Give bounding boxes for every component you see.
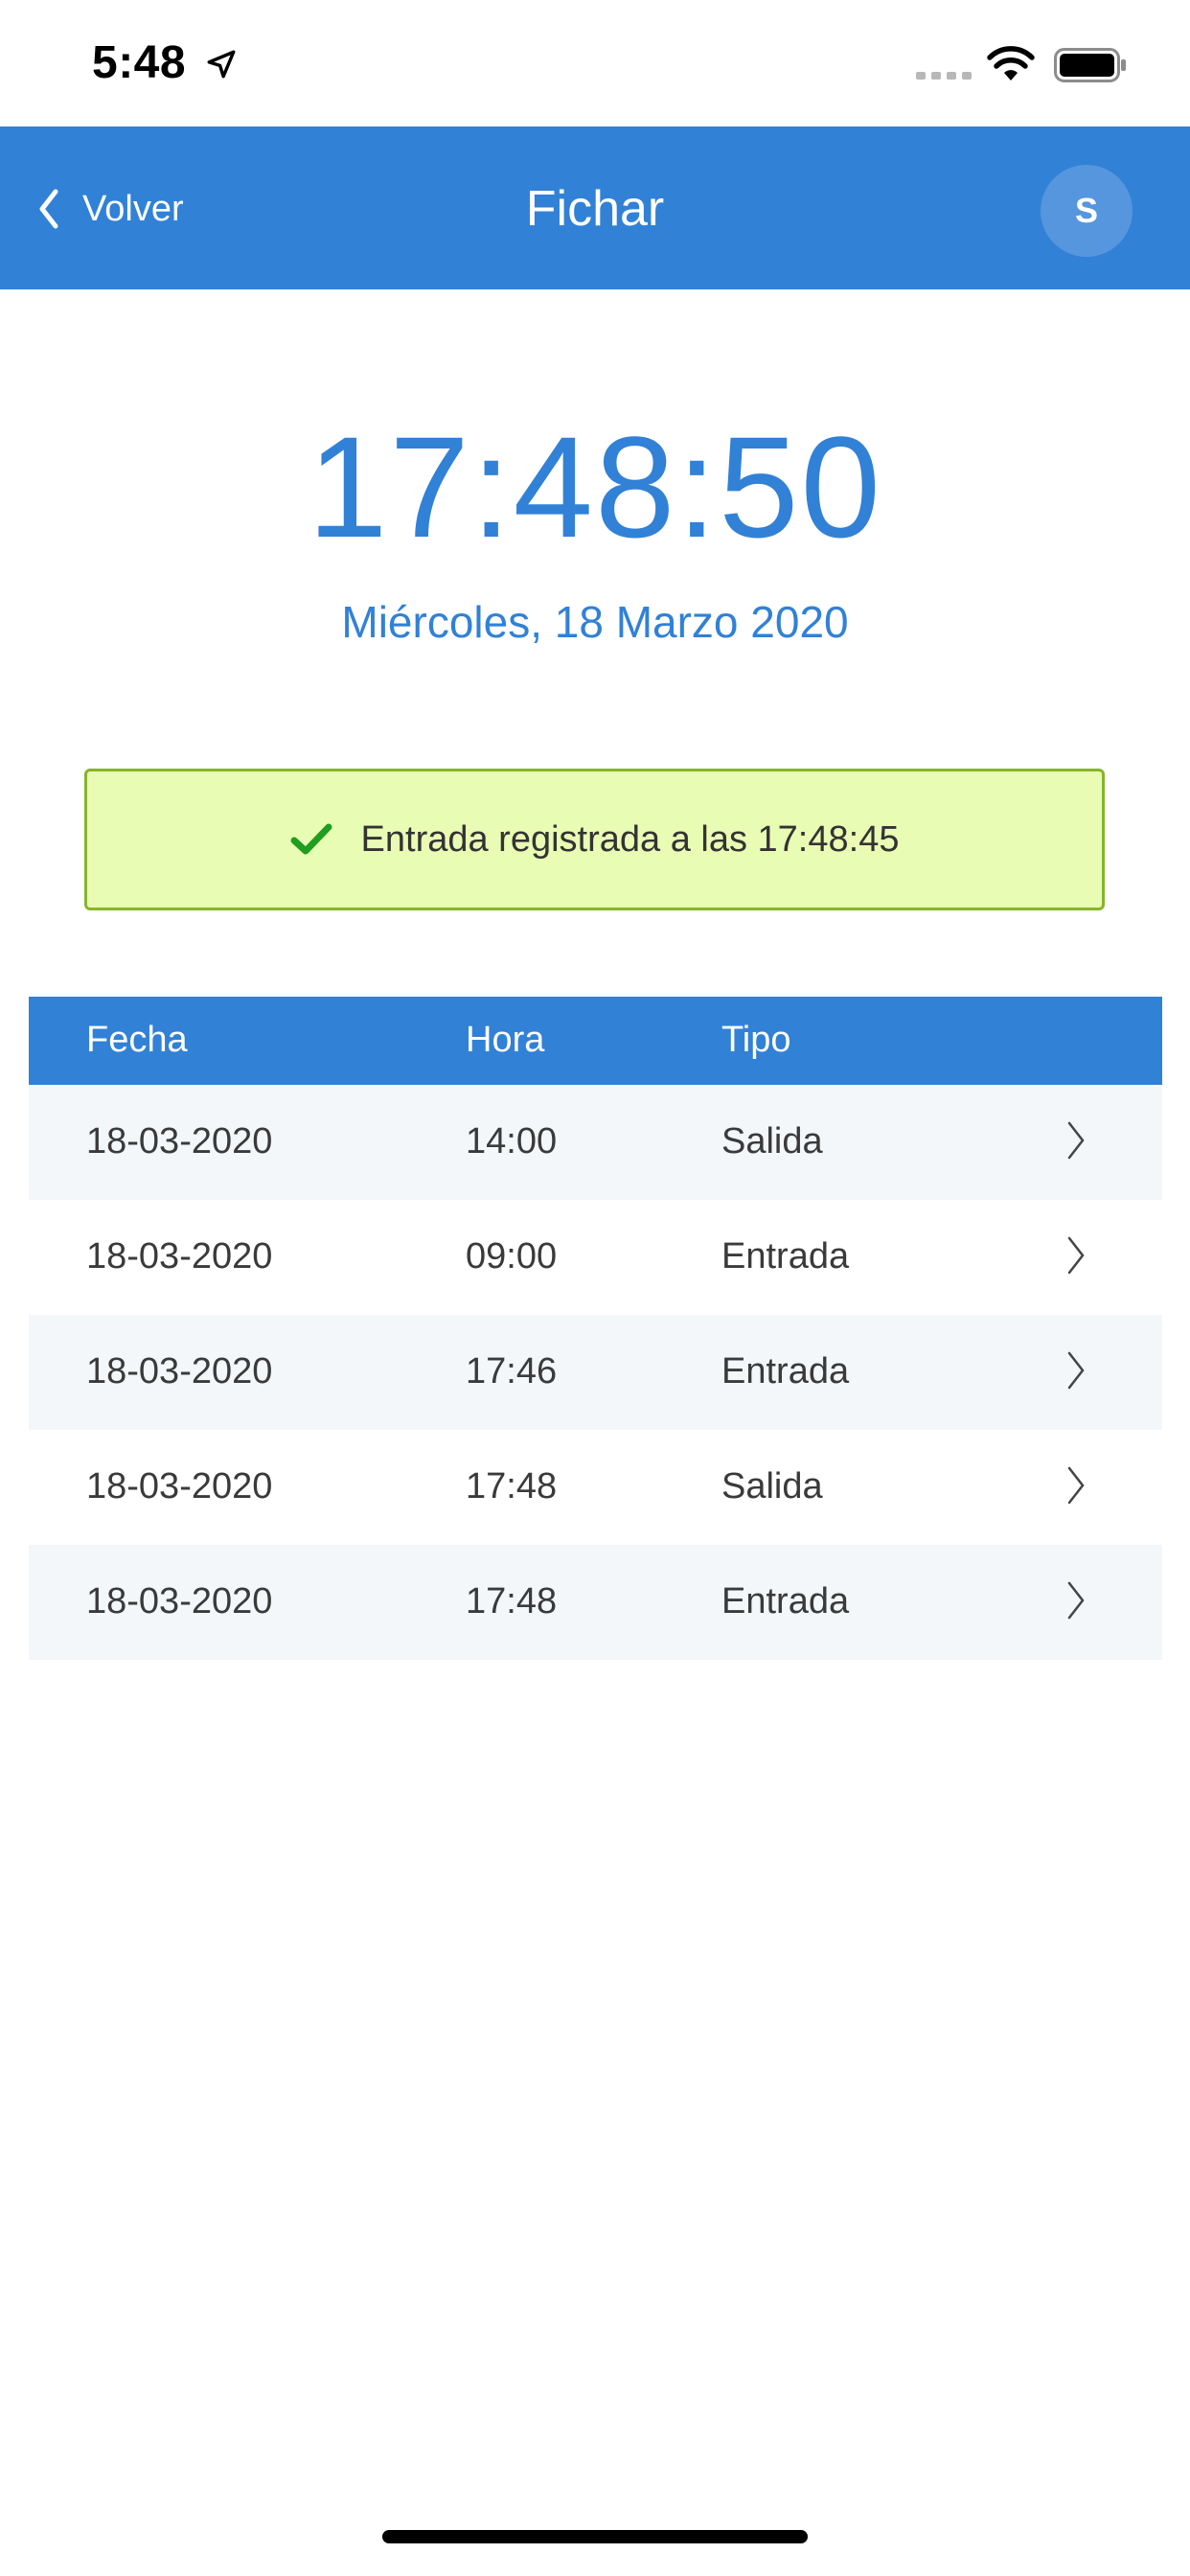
cell-hora: 17:48 xyxy=(466,1466,558,1506)
chevron-right-icon xyxy=(1067,1351,1085,1390)
alert-message: Entrada registrada a las 17:48:45 xyxy=(360,818,900,860)
chevron-right-icon xyxy=(1067,1121,1085,1160)
table-row[interactable]: 18-03-2020 09:00 Entrada xyxy=(29,1200,1162,1315)
cell-hora: 14:00 xyxy=(466,1121,558,1162)
cell-hora: 09:00 xyxy=(466,1236,558,1276)
cell-fecha: 18-03-2020 xyxy=(86,1581,273,1622)
success-alert: Entrada registrada a las 17:48:45 xyxy=(84,769,1105,910)
status-time: 5:48 xyxy=(92,37,187,88)
records-table: Fecha Hora Tipo 18-03-2020 14:00 Salida … xyxy=(29,997,1162,1660)
navigation-bar: Volver Fichar S xyxy=(0,126,1190,289)
cell-tipo: Entrada xyxy=(721,1581,850,1622)
battery-icon xyxy=(1054,48,1126,82)
page-title: Fichar xyxy=(525,181,665,237)
avatar[interactable]: S xyxy=(1041,165,1133,257)
status-bar: 5:48 xyxy=(0,0,1190,126)
table-row[interactable]: 18-03-2020 17:48 Salida xyxy=(29,1430,1162,1545)
signal-icon xyxy=(916,72,972,80)
table-row[interactable]: 18-03-2020 17:48 Entrada xyxy=(29,1545,1162,1660)
cell-hora: 17:46 xyxy=(466,1351,558,1392)
wifi-icon xyxy=(987,46,1035,80)
cell-hora: 17:48 xyxy=(466,1581,558,1622)
chevron-right-icon xyxy=(1067,1466,1085,1505)
table-row[interactable]: 18-03-2020 17:46 Entrada xyxy=(29,1315,1162,1430)
table-header: Fecha Hora Tipo xyxy=(29,997,1162,1085)
current-time: 17:48:50 xyxy=(308,406,882,567)
cell-fecha: 18-03-2020 xyxy=(86,1121,273,1162)
cell-fecha: 18-03-2020 xyxy=(86,1466,273,1506)
header-fecha: Fecha xyxy=(86,1020,188,1060)
check-icon xyxy=(290,823,332,855)
location-arrow-icon xyxy=(207,50,236,79)
header-tipo: Tipo xyxy=(721,1020,791,1060)
cell-tipo: Entrada xyxy=(721,1351,850,1392)
header-hora: Hora xyxy=(466,1020,545,1060)
table-row[interactable]: 18-03-2020 14:00 Salida xyxy=(29,1085,1162,1200)
chevron-right-icon xyxy=(1067,1236,1085,1275)
cell-tipo: Entrada xyxy=(721,1236,850,1276)
cell-fecha: 18-03-2020 xyxy=(86,1351,273,1392)
table-body: 18-03-2020 14:00 Salida 18-03-2020 09:00… xyxy=(29,1085,1162,1660)
cell-tipo: Salida xyxy=(721,1121,823,1162)
chevron-right-icon xyxy=(1067,1581,1085,1620)
home-indicator[interactable] xyxy=(382,2530,808,2543)
cell-fecha: 18-03-2020 xyxy=(86,1236,273,1276)
current-date: Miércoles, 18 Marzo 2020 xyxy=(341,597,849,647)
cell-tipo: Salida xyxy=(721,1466,823,1506)
